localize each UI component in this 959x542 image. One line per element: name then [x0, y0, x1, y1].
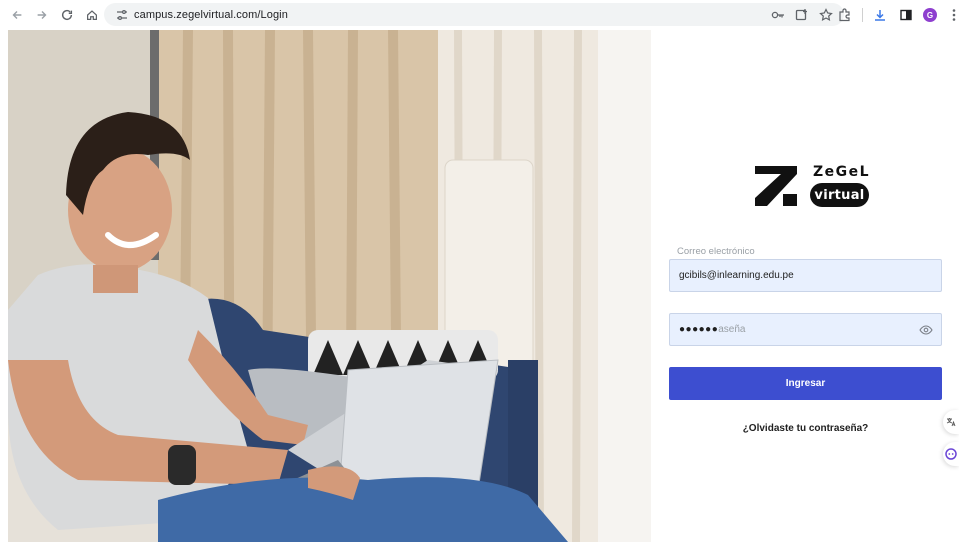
- address-bar[interactable]: campus.zegelvirtual.com/Login: [104, 3, 844, 26]
- show-password-eye-icon[interactable]: [919, 323, 933, 337]
- reload-icon[interactable]: [56, 4, 78, 26]
- install-app-icon[interactable]: [794, 7, 810, 23]
- hero-illustration: [8, 30, 651, 542]
- home-icon[interactable]: [81, 4, 103, 26]
- side-panel-icon[interactable]: [897, 6, 915, 24]
- brand-name-pill: virtual: [810, 183, 869, 207]
- password-masked-value[interactable]: ●●●●●●: [679, 324, 718, 335]
- tune-icon[interactable]: [110, 9, 134, 21]
- translate-widget-icon[interactable]: [943, 410, 959, 434]
- login-panel: ZeGeL virtual Correo electrónico gcibils…: [651, 30, 959, 542]
- bookmark-star-icon[interactable]: [818, 7, 834, 23]
- zegel-virtual-logo: ZeGeL virtual: [753, 164, 873, 210]
- profile-avatar[interactable]: G: [923, 8, 937, 22]
- brand-name-top: ZeGeL: [813, 164, 871, 180]
- email-label: Correo electrónico: [677, 246, 755, 257]
- login-submit-button[interactable]: Ingresar: [669, 367, 942, 400]
- toolbar-divider: [862, 8, 863, 22]
- zegel-logo-mark-icon: [755, 166, 797, 206]
- email-value[interactable]: gcibils@inlearning.edu.pe: [679, 270, 794, 281]
- browser-toolbar: campus.zegelvirtual.com/Login G: [0, 0, 959, 30]
- password-key-icon[interactable]: [770, 7, 786, 23]
- password-field[interactable]: ●●●●●● aseña: [669, 313, 942, 346]
- email-field[interactable]: gcibils@inlearning.edu.pe: [669, 259, 942, 292]
- password-placeholder: aseña: [718, 324, 746, 335]
- back-icon[interactable]: [6, 4, 28, 26]
- forgot-password-link[interactable]: ¿Olvidaste tu contraseña?: [669, 423, 942, 434]
- hero-photo: [8, 30, 651, 542]
- url-text[interactable]: campus.zegelvirtual.com/Login: [134, 9, 288, 21]
- chat-widget-icon[interactable]: [943, 442, 959, 466]
- extensions-icon[interactable]: [836, 6, 854, 24]
- download-icon[interactable]: [871, 6, 889, 24]
- forward-icon[interactable]: [31, 4, 53, 26]
- menu-kebab-icon[interactable]: [945, 6, 959, 24]
